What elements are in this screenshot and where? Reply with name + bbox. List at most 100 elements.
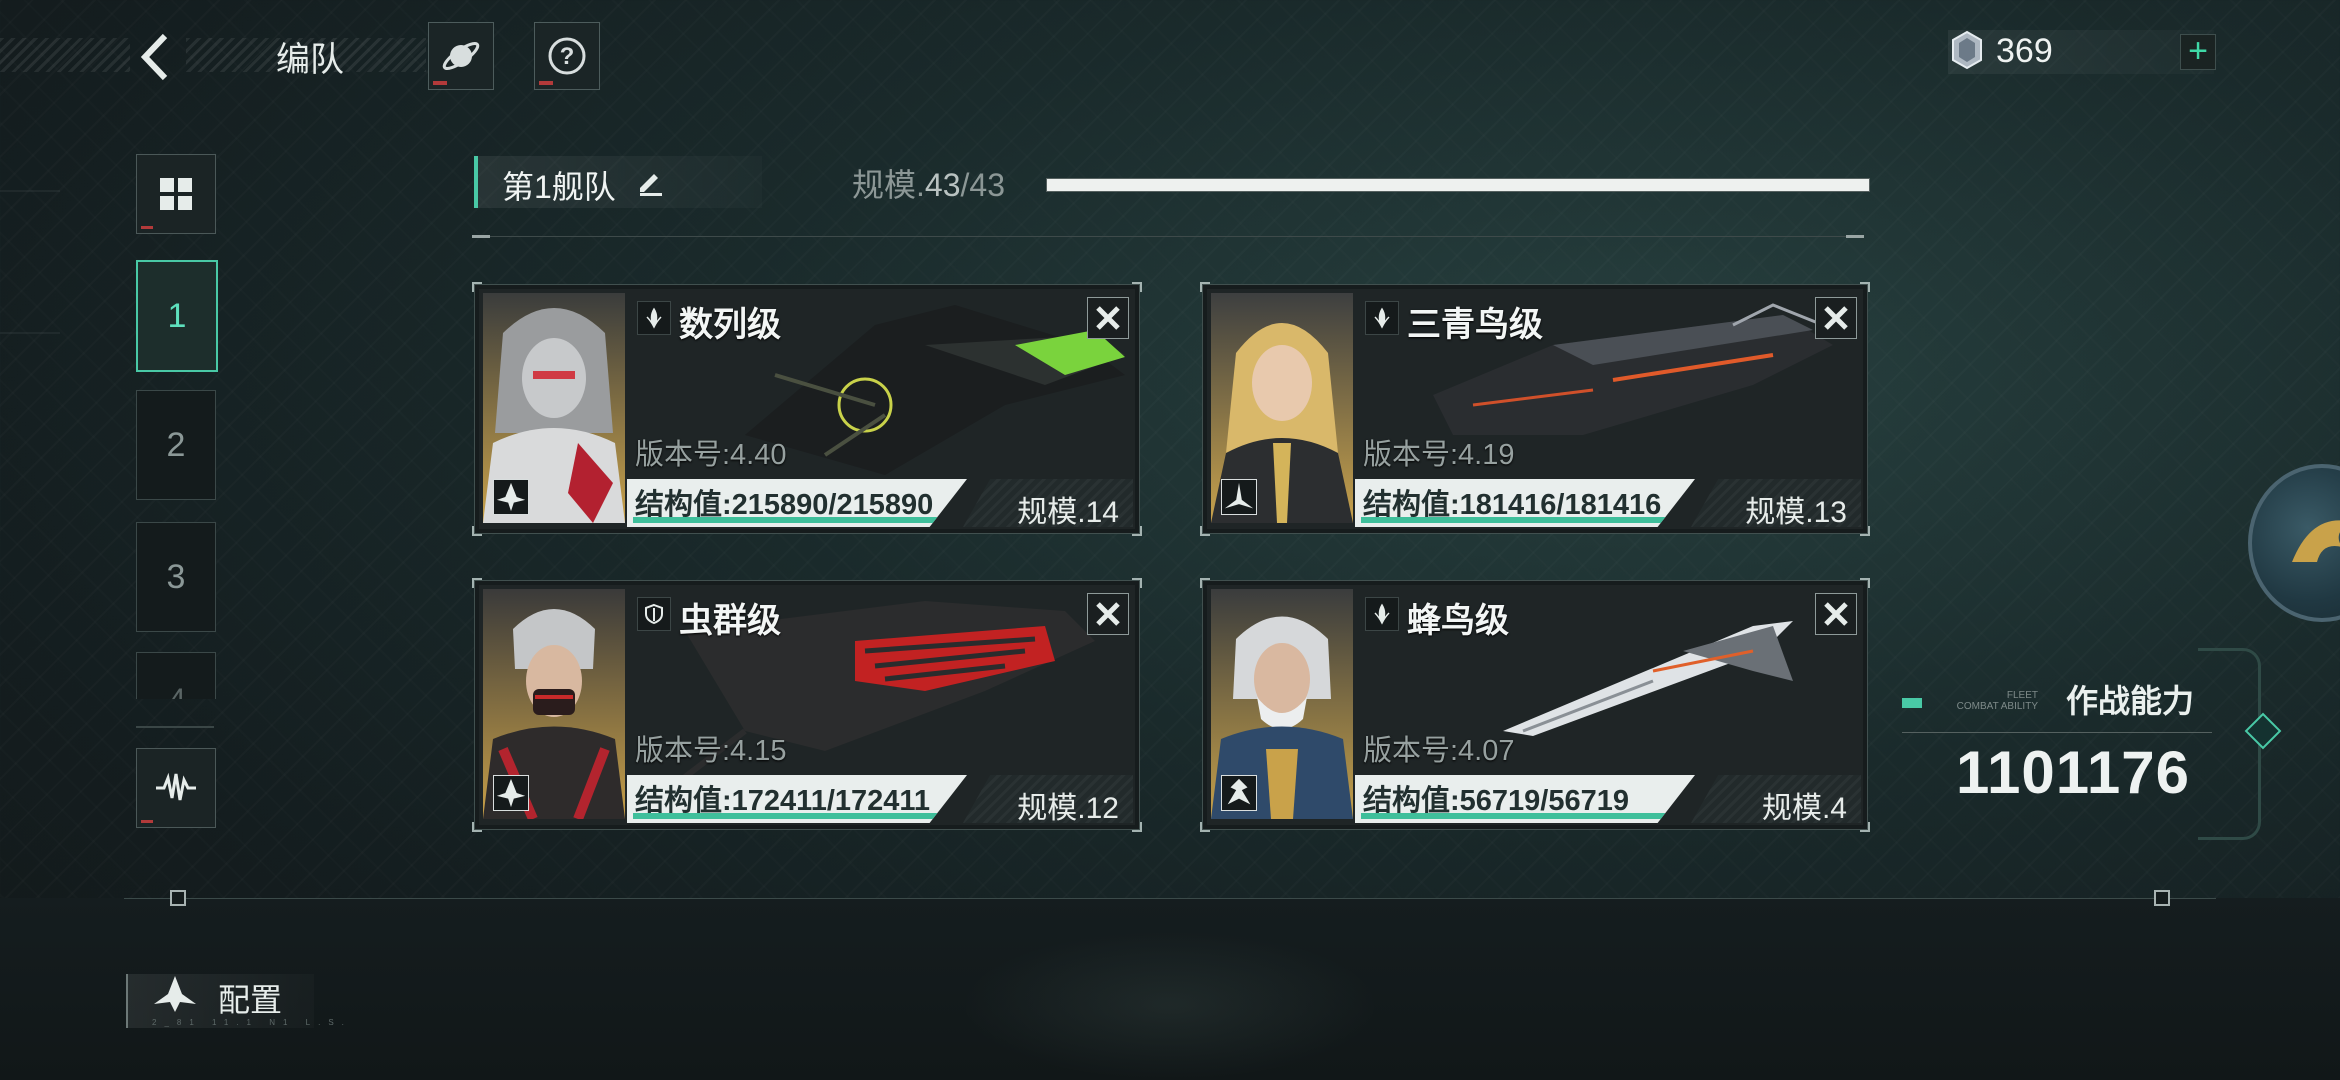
ship-card[interactable]: 三青鸟级 版本号:4.19 结构值:181416/181416 规模.13 (1200, 282, 1870, 536)
frigate-class-icon (1227, 778, 1251, 805)
combat-power-value: 1101176 (1956, 739, 2190, 806)
crystal-icon (1952, 30, 1982, 70)
combat-power-title: 作战能力 (2066, 683, 2195, 719)
divider-cap-left (170, 890, 186, 906)
svg-text:?: ? (560, 43, 575, 70)
captain-portrait (1211, 293, 1353, 523)
shield-icon (645, 603, 663, 625)
fleet-name: 第1舰队 (502, 169, 616, 205)
ship-version: 版本号:4.19 (1363, 439, 1515, 471)
ship-version: 版本号:4.15 (635, 735, 787, 767)
ship-size: 规模.4 (1761, 792, 1847, 825)
combat-marker (1902, 698, 1922, 708)
structure-bar-fill (633, 813, 953, 819)
back-icon (140, 33, 168, 81)
divider-cap-right (2154, 890, 2170, 906)
currency-amount: 369 (1996, 32, 2053, 70)
remove-ship-button[interactable] (1815, 297, 1857, 339)
ship-size: 规模.14 (1017, 496, 1119, 529)
structure-plate: 结构值:181416/181416 (1355, 479, 1695, 527)
header-divider (472, 235, 1864, 238)
remove-ship-button[interactable] (1087, 297, 1129, 339)
structure-plate: 结构值:172411/172411 (627, 775, 967, 823)
edit-icon[interactable] (636, 166, 666, 196)
ship-name: 数列级 (679, 306, 781, 344)
ship-size: 规模.12 (1017, 792, 1119, 825)
ship-size-plate: 规模.14 (963, 479, 1133, 527)
combat-frame-decoration (2198, 648, 2261, 840)
bottom-glow (960, 930, 1380, 1080)
structure-bar (633, 813, 953, 819)
back-hatch-decoration (0, 38, 130, 72)
close-icon (1824, 602, 1848, 626)
overview-grid-button[interactable] (136, 154, 216, 234)
structure-bar (1361, 813, 1681, 819)
phoenix-icon (2292, 520, 2340, 562)
captain-portrait (483, 589, 625, 819)
close-icon (1824, 306, 1848, 330)
configure-label: 配置 (218, 982, 283, 1018)
close-icon (1096, 306, 1120, 330)
currency-panel (1948, 30, 2214, 74)
waveform-icon (156, 772, 196, 801)
structure-bar-fill (1361, 517, 1681, 523)
ship-version: 版本号:4.40 (635, 439, 787, 471)
ship-type-icon (637, 301, 671, 335)
destroyer-class-icon (1224, 482, 1254, 509)
ship-card[interactable]: 虫群级 版本号:4.15 结构值:172411/172411 规模.12 (472, 578, 1142, 832)
ship-type-icon (1365, 597, 1399, 631)
ship-size-plate: 规模.12 (963, 775, 1133, 823)
ship-config-icon (154, 976, 196, 1012)
captain-portrait (1211, 589, 1353, 819)
structure-plate: 结构值:215890/215890 (627, 479, 967, 527)
structure-plate: 结构值:56719/56719 (1355, 775, 1695, 823)
fleet-scale-fill (1047, 179, 1869, 191)
configure-code: 2_81 11.1 N1 L.S. (152, 1018, 352, 1027)
combat-divider (1902, 732, 2212, 733)
rail-divider (136, 726, 214, 728)
help-icon: ? (548, 37, 586, 75)
structure-bar (1361, 517, 1681, 523)
ship-size-plate: 规模.4 (1691, 775, 1861, 823)
ship-size: 规模.13 (1745, 496, 1847, 529)
ship-class-badge (1221, 775, 1257, 811)
captain-portrait (483, 293, 625, 523)
fighter-class-icon (496, 482, 526, 512)
bottom-divider (124, 898, 2216, 899)
fleet-slot-4[interactable]: 4 (136, 652, 216, 699)
help-button[interactable]: ? (534, 22, 600, 90)
fleet-slot-3[interactable]: 3 (136, 522, 216, 632)
plus-icon: + (2188, 32, 2208, 70)
close-icon (1096, 602, 1120, 626)
ship-name: 蜂鸟级 (1407, 602, 1509, 640)
planet-button[interactable] (428, 22, 494, 90)
add-currency-button[interactable]: + (2180, 34, 2216, 70)
fleet-slot-1[interactable]: 1 (136, 260, 218, 372)
fighter-class-icon (496, 778, 526, 808)
ship-name: 三青鸟级 (1407, 306, 1543, 344)
ship-class-badge (493, 775, 529, 811)
remove-ship-button[interactable] (1815, 593, 1857, 635)
back-button[interactable] (120, 22, 190, 92)
ship-class-badge (493, 479, 529, 515)
ship-type-icon (637, 597, 671, 631)
page-title: 编队 (276, 41, 344, 79)
ship-type-icon (1365, 301, 1399, 335)
structure-bar (633, 517, 953, 523)
waveform-button[interactable] (136, 748, 216, 828)
fleet-scale-bar (1046, 178, 1870, 192)
left-decoration (0, 190, 60, 334)
planet-icon (442, 42, 480, 70)
fleet-scale: 规模.43/43 (852, 167, 1005, 203)
combat-subtitle: FLEET COMBAT ABILITY (1956, 690, 2038, 712)
remove-ship-button[interactable] (1087, 593, 1129, 635)
ship-card[interactable]: 数列级 版本号:4.40 结构值:215890/215890 规模.14 (472, 282, 1142, 536)
structure-bar-fill (1361, 813, 1681, 819)
fleet-slot-2[interactable]: 2 (136, 390, 216, 500)
ship-version: 版本号:4.07 (1363, 735, 1515, 767)
grid-icon (160, 178, 192, 210)
ship-name: 虫群级 (679, 602, 781, 640)
ship-class-badge (1221, 479, 1257, 515)
ship-card[interactable]: 蜂鸟级 版本号:4.07 结构值:56719/56719 规模.4 (1200, 578, 1870, 832)
structure-bar-fill (633, 517, 953, 523)
